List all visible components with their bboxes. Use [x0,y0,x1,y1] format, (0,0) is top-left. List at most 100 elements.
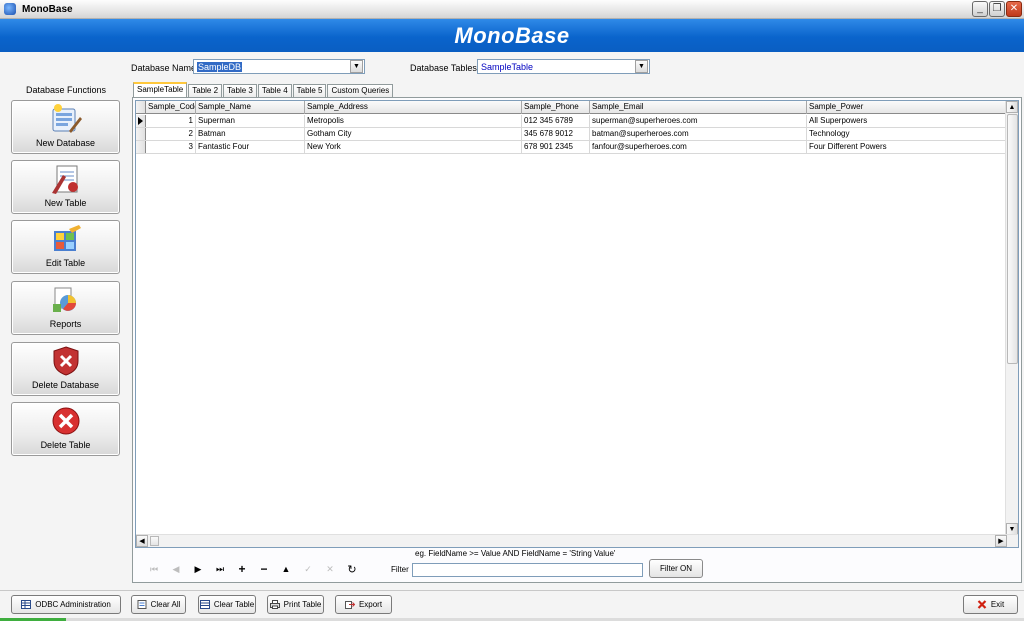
prior-record-icon[interactable]: ◀ [165,561,187,577]
scroll-left-icon[interactable]: ◀ [136,535,148,547]
table-row[interactable]: 1 Superman Metropolis 012 345 6789 super… [136,115,1007,128]
cell[interactable]: 1 [146,115,196,128]
cell[interactable]: 012 345 6789 [522,115,590,128]
cell[interactable]: Gotham City [305,128,522,141]
delete-table-label: Delete Table [40,440,91,450]
odbc-administration-button[interactable]: ODBC Administration [11,595,121,614]
clear-all-button[interactable]: Clear All [131,595,186,614]
cancel-record-icon[interactable]: ✕ [319,561,341,577]
tab-table-3[interactable]: Table 3 [223,84,257,97]
clear-table-icon [199,600,210,609]
row-selector[interactable] [136,128,146,140]
row-selector[interactable] [136,141,146,153]
bottom-toolbar: ODBC Administration Clear All Clear Tabl… [0,590,1024,621]
edit-table-label: Edit Table [45,258,86,268]
clear-table-label: Clear Table [213,600,255,609]
new-table-button[interactable]: New Table [11,160,120,214]
tab-table-5[interactable]: Table 5 [292,84,327,97]
minimize-icon[interactable]: _ [972,1,988,17]
database-tables-select[interactable]: SampleTable ▼ [477,59,650,74]
scroll-up-icon[interactable]: ▲ [1006,101,1018,113]
post-record-icon[interactable]: ✓ [297,561,319,577]
refresh-icon[interactable]: ↻ [341,561,363,577]
reports-button[interactable]: Reports [11,281,120,335]
cell[interactable]: 3 [146,141,196,154]
cell[interactable]: superman@superheroes.com [590,115,807,128]
scroll-right-icon[interactable]: ▶ [995,535,1007,547]
database-name-select[interactable]: SampleDB ▼ [193,59,365,74]
column-header[interactable]: Sample_Power [807,101,1007,114]
row-selector[interactable] [136,115,146,127]
cell[interactable]: 2 [146,128,196,141]
tab-custom-queries[interactable]: Custom Queries [327,84,394,97]
edit-table-button[interactable]: Edit Table [11,220,120,274]
row-selector-header [136,101,146,113]
tab-table-2[interactable]: Table 2 [188,84,223,97]
export-label: Export [358,600,383,609]
clear-table-button[interactable]: Clear Table [198,595,256,614]
export-button[interactable]: Export [335,595,392,614]
delete-table-button[interactable]: Delete Table [11,402,120,456]
insert-record-icon[interactable]: + [231,561,253,577]
print-table-button[interactable]: Print Table [267,595,324,614]
next-record-icon[interactable]: ▶ [187,561,209,577]
column-header[interactable]: Sample_Email [590,101,807,114]
data-grid[interactable]: Sample_Code Sample_Name Sample_Address S… [135,100,1019,548]
cell[interactable]: 345 678 9012 [522,128,590,141]
tab-table-4[interactable]: Table 4 [257,84,292,97]
filter-on-button[interactable]: Filter ON [649,559,703,578]
delete-database-label: Delete Database [31,380,100,390]
grid-header: Sample_Code Sample_Name Sample_Address S… [136,101,1007,114]
column-header[interactable]: Sample_Name [196,101,305,114]
record-navigator: ⏮ ◀ ▶ ⏭ + − ▲ ✓ ✕ ↻ [143,561,363,577]
banner-title: MonoBase [454,22,570,48]
cell[interactable]: Four Different Powers [807,141,1007,154]
cell[interactable]: All Superpowers [807,115,1007,128]
cell[interactable]: batman@superheroes.com [590,128,807,141]
column-header[interactable]: Sample_Code [146,101,196,114]
delete-record-icon[interactable]: − [253,561,275,577]
cell[interactable]: Fantastic Four [196,141,305,154]
new-database-button[interactable]: New Database [11,100,120,154]
table-row[interactable]: 2 Batman Gotham City 345 678 9012 batman… [136,128,1007,141]
cell[interactable]: fanfour@superheroes.com [590,141,807,154]
edit-record-icon[interactable]: ▲ [275,561,297,577]
cell[interactable]: Superman [196,115,305,128]
vertical-scrollbar[interactable]: ▲ ▼ [1005,101,1018,535]
cell[interactable]: Metropolis [305,115,522,128]
column-header[interactable]: Sample_Address [305,101,522,114]
database-name-label: Database Name [131,63,197,73]
horizontal-scrollbar[interactable]: ◀ ▶ [136,534,1018,547]
filter-input[interactable] [412,563,643,577]
database-tables-label: Database Tables [410,63,477,73]
exit-icon [977,600,987,609]
new-table-label: New Table [44,198,87,208]
vertical-scroll-thumb[interactable] [1007,114,1018,364]
print-table-label: Print Table [283,600,322,609]
odbc-icon [21,600,32,609]
table-row[interactable]: 3 Fantastic Four New York 678 901 2345 f… [136,141,1007,154]
chevron-down-icon[interactable]: ▼ [635,60,648,73]
database-name-value: SampleDB [197,61,243,72]
cell[interactable]: Batman [196,128,305,141]
exit-label: Exit [990,600,1005,609]
cell[interactable]: New York [305,141,522,154]
table-tabs: SampleTable Table 2 Table 3 Table 4 Tabl… [133,82,394,97]
cell[interactable]: Technology [807,128,1007,141]
close-icon[interactable]: ✕ [1006,1,1022,17]
printer-icon [269,600,280,609]
first-record-icon[interactable]: ⏮ [143,561,165,577]
new-database-icon [52,104,82,133]
window-title: MonoBase [22,3,73,15]
sidebar-title: Database Functions [25,85,107,95]
column-header[interactable]: Sample_Phone [522,101,590,114]
exit-button[interactable]: Exit [963,595,1018,614]
filter-hint: eg. FieldName >= Value AND FieldName = '… [415,549,616,558]
last-record-icon[interactable]: ⏭ [209,561,231,577]
tab-sampletable[interactable]: SampleTable [133,82,188,97]
cell[interactable]: 678 901 2345 [522,141,590,154]
chevron-down-icon[interactable]: ▼ [350,60,363,73]
delete-database-button[interactable]: Delete Database [11,342,120,396]
horizontal-scroll-thumb[interactable] [150,536,159,546]
restore-icon[interactable]: ❐ [989,1,1005,17]
